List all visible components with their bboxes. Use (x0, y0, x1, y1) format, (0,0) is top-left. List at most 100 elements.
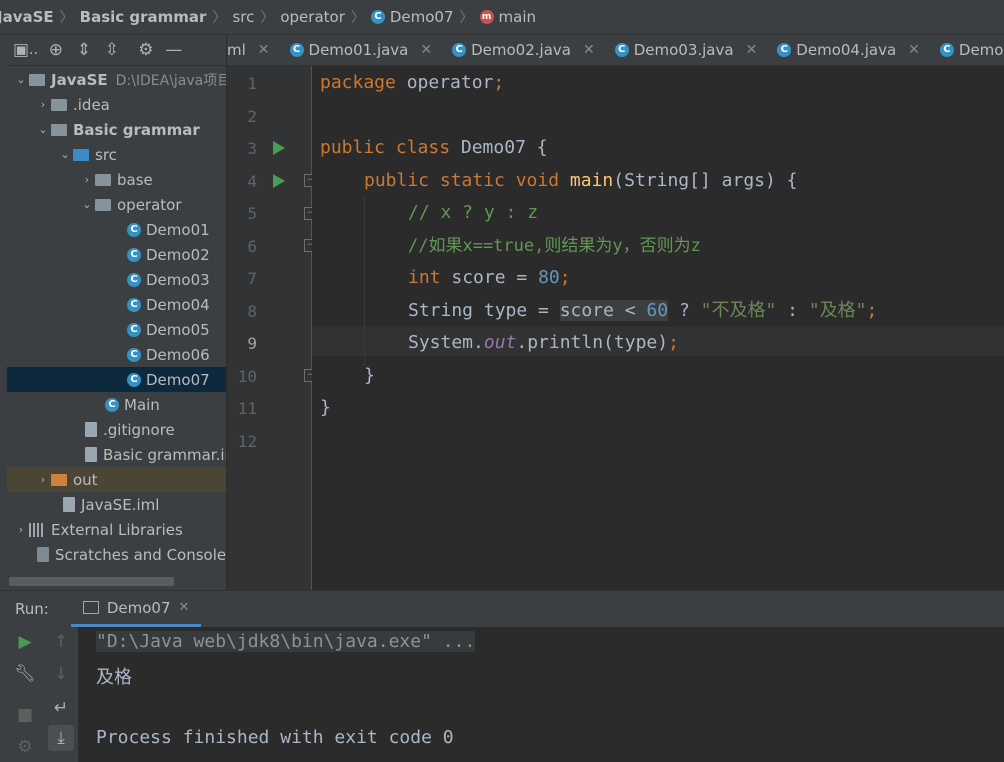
tree-item-basic-grammar[interactable]: ⌄ Basic grammar (7, 117, 226, 142)
chevron-down-icon[interactable]: ⌄ (13, 73, 29, 86)
run-console[interactable]: "D:\Java web\jdk8\bin\java.exe" ... 及格 P… (79, 627, 1004, 762)
tree-horizontal-scrollbar[interactable] (9, 577, 174, 586)
gear-icon[interactable]: ⚙ (132, 36, 160, 64)
expand-all-icon[interactable]: ⇕ (70, 36, 98, 64)
line-number: 2 (247, 107, 257, 126)
arrow-up-icon[interactable]: ↑ (48, 629, 74, 655)
code-number: 80 (538, 267, 560, 288)
collapse-all-icon[interactable]: ⇳ (98, 36, 126, 64)
class-icon: C (127, 272, 141, 287)
tree-item-demo07[interactable]: C Demo07 (7, 367, 226, 392)
arrow-down-icon[interactable]: ↓ (48, 661, 74, 687)
breadcrumb-item-demo07[interactable]: C Demo07 (370, 8, 454, 26)
tree-item-idea[interactable]: › .idea (7, 92, 226, 117)
file-icon (85, 447, 97, 462)
chevron-right-icon[interactable]: › (79, 173, 95, 186)
tree-item-base[interactable]: › base (7, 167, 226, 192)
tree-item-demo03[interactable]: C Demo03 (7, 267, 226, 292)
tree-item-demo06[interactable]: C Demo06 (7, 342, 226, 367)
tree-item-main[interactable]: C Main (7, 392, 226, 417)
tree-item-basic-grammar-iml[interactable]: Basic grammar.iml (7, 442, 226, 467)
tree-item-demo04[interactable]: C Demo04 (7, 292, 226, 317)
tree-item-demo01[interactable]: C Demo01 (7, 217, 226, 242)
close-icon[interactable]: ✕ (420, 42, 432, 58)
chevron-down-icon[interactable]: ⌄ (35, 123, 51, 136)
tab-demo04[interactable]: C Demo04.java ✕ (767, 35, 930, 65)
console-icon (82, 601, 99, 614)
editor-tabs: ml ✕ C Demo01.java ✕ C Demo02.java ✕ C D… (227, 35, 1004, 66)
chevron-down-icon[interactable]: ⌄ (79, 198, 95, 211)
chevron-right-icon[interactable]: › (13, 523, 29, 536)
code-line-10: } (364, 360, 375, 392)
tree-item-gitignore[interactable]: .gitignore (7, 417, 226, 442)
line-number: 4 (247, 172, 257, 191)
class-icon: C (939, 43, 954, 57)
tree-item-operator[interactable]: ⌄ operator (7, 192, 226, 217)
code-editor[interactable]: package operator; public class Demo07 { … (312, 66, 1004, 590)
tree-item-label: out (73, 470, 98, 489)
run-class-icon[interactable] (273, 141, 285, 155)
code-token: } (320, 397, 331, 418)
breadcrumb-item-label: Demo07 (389, 8, 454, 26)
locate-icon[interactable]: ⊕ (42, 36, 70, 64)
breadcrumb: JavaSE 〉 Basic grammar 〉 src 〉 operator … (0, 0, 1004, 35)
breadcrumb-item-basic-grammar[interactable]: Basic grammar (80, 8, 207, 26)
hide-icon[interactable]: — (160, 36, 188, 64)
tree-item-label: Scratches and Consoles (55, 545, 226, 564)
project-tree: ⌄ JavaSE D:\IDEA\java项目 › .idea ⌄ Basic … (7, 66, 226, 590)
tree-item-label: Demo03 (146, 270, 210, 289)
breadcrumb-item-javase[interactable]: JavaSE (0, 8, 54, 26)
gear-icon[interactable]: ⚙ (12, 734, 38, 760)
soft-wrap-icon[interactable]: ↵ (48, 695, 74, 721)
tree-item-label: Demo02 (146, 245, 210, 264)
breadcrumb-item-operator[interactable]: operator (280, 8, 345, 26)
code-token: public static void (364, 170, 560, 191)
rerun-icon[interactable]: ▶ (12, 629, 38, 655)
breadcrumb-item-src[interactable]: src (232, 8, 254, 26)
package-icon (95, 173, 111, 186)
tree-item-javase-iml[interactable]: JavaSE.iml (7, 492, 226, 517)
chevron-right-icon[interactable]: › (35, 473, 51, 486)
tab-demo01[interactable]: C Demo01.java ✕ (280, 35, 443, 65)
close-icon[interactable]: ✕ (746, 42, 758, 58)
tree-item-javase[interactable]: ⌄ JavaSE D:\IDEA\java项目 (7, 67, 226, 92)
close-icon[interactable]: ✕ (258, 42, 270, 58)
module-folder-icon (29, 73, 45, 86)
line-number: 5 (247, 204, 257, 223)
tree-item-label: Demo07 (146, 370, 210, 389)
line-number: 6 (247, 237, 257, 256)
tree-item-scratches[interactable]: Scratches and Consoles (7, 542, 226, 567)
wrench-icon[interactable]: 🔧︎ (12, 661, 38, 687)
tab-demo03[interactable]: C Demo03.java ✕ (605, 35, 768, 65)
code-token: ? (668, 300, 701, 321)
chevron-down-icon[interactable]: ⌄ (57, 148, 73, 161)
tree-item-label: Demo04 (146, 295, 210, 314)
code-string: "及格" (808, 300, 867, 321)
code-line-3: public class Demo07 { (320, 132, 548, 164)
tree-item-src[interactable]: ⌄ src (7, 142, 226, 167)
scroll-to-end-icon[interactable]: ⤓ (48, 725, 74, 751)
tab-iml[interactable]: ml ✕ (227, 35, 280, 65)
run-main-icon[interactable] (273, 174, 285, 188)
close-icon[interactable]: ✕ (583, 42, 595, 58)
chevron-right-icon[interactable]: › (35, 98, 51, 111)
run-tab-demo07[interactable]: Demo07 ✕ (70, 591, 202, 627)
tree-item-label: Basic grammar.iml (103, 445, 226, 464)
code-token: main (569, 170, 614, 191)
tree-item-label: .gitignore (103, 420, 175, 439)
close-icon[interactable]: ✕ (178, 600, 189, 615)
tree-item-demo05[interactable]: C Demo05 (7, 317, 226, 342)
breadcrumb-item-main[interactable]: m main (479, 8, 536, 26)
tree-item-external-libraries[interactable]: › External Libraries (7, 517, 226, 542)
editor-gutter: 1 2 3 4 5 6 7 8 9 10 11 12 − − − − (227, 66, 317, 590)
tree-item-demo02[interactable]: C Demo02 (7, 242, 226, 267)
code-line-8: String type = score < 60 ? "不及格" : "及格"; (408, 295, 877, 327)
stop-icon[interactable]: ■ (12, 702, 38, 728)
tab-demo05[interactable]: C Demo05.java (930, 35, 1004, 65)
code-token: (String[] args) { (613, 170, 798, 191)
close-icon[interactable]: ✕ (908, 42, 920, 58)
tree-item-out[interactable]: › out (7, 467, 226, 492)
tree-item-label: src (95, 145, 117, 164)
tab-demo02[interactable]: C Demo02.java ✕ (442, 35, 605, 65)
run-tab-label: Demo07 (106, 598, 171, 617)
